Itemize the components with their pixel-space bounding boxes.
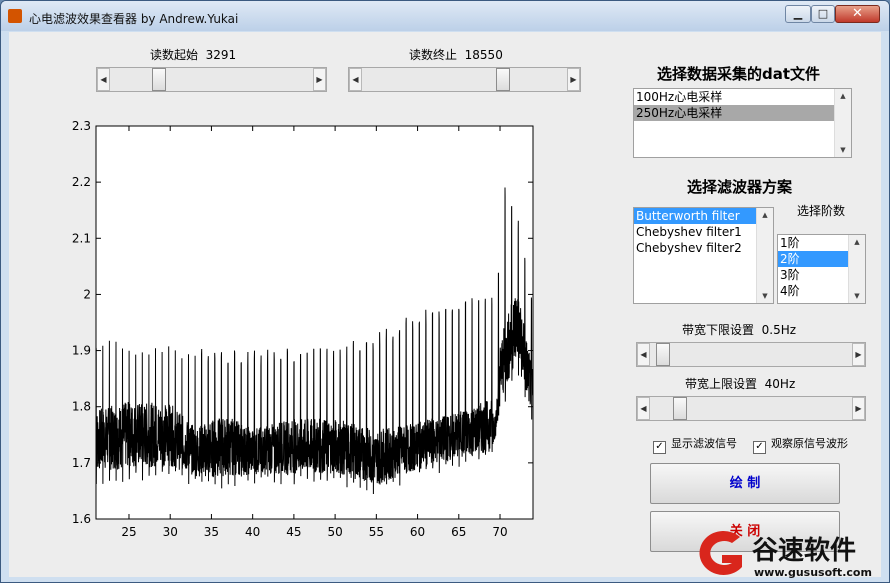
x-tick-label: 25 [121, 525, 136, 539]
read-start-value: 3291 [205, 48, 237, 62]
x-tick-label: 65 [451, 525, 466, 539]
scroll-down-icon[interactable]: ▼ [757, 289, 773, 303]
filter-item[interactable]: Butterworth filter [634, 208, 773, 224]
x-tick-label: 70 [492, 525, 507, 539]
y-tick-label: 2.1 [72, 231, 91, 245]
slider-right-arrow-icon[interactable]: ▶ [852, 397, 865, 420]
y-tick-label: 1.7 [72, 456, 91, 470]
y-tick-label: 2.3 [72, 119, 91, 133]
slider-thumb[interactable] [152, 68, 166, 91]
band-low-label-text: 带宽下限设置 [682, 323, 755, 337]
scroll-up-icon[interactable]: ▲ [849, 235, 865, 249]
slider-thumb[interactable] [656, 343, 670, 366]
slider-right-arrow-icon[interactable]: ▶ [567, 68, 580, 91]
show-original-label: 观察原信号波形 [771, 437, 848, 450]
band-low-slider[interactable]: ◀ ▶ [636, 342, 866, 367]
slider-thumb[interactable] [496, 68, 510, 91]
x-tick-label: 35 [204, 525, 219, 539]
minimize-button[interactable]: ▁ [785, 5, 811, 23]
data-file-item[interactable]: 250Hz心电采样 [634, 105, 851, 121]
band-high-label: 带宽上限设置 40Hz [685, 375, 795, 392]
close-window-button[interactable]: ✕ [835, 5, 880, 23]
band-high-label-text: 带宽上限设置 [685, 377, 758, 391]
show-filtered-label: 显示滤波信号 [671, 437, 737, 450]
matlab-app-icon [8, 9, 22, 23]
y-tick-label: 1.9 [72, 344, 91, 358]
x-tick-label: 60 [410, 525, 425, 539]
band-high-slider[interactable]: ◀ ▶ [636, 396, 866, 421]
read-end-label-text: 读数终止 [409, 48, 458, 62]
draw-button[interactable]: 绘 制 [650, 463, 840, 504]
slider-left-arrow-icon[interactable]: ◀ [349, 68, 362, 91]
checkbox-check-icon[interactable]: ✓ [753, 441, 766, 454]
y-tick-label: 1.6 [72, 512, 91, 526]
filter-item[interactable]: Chebyshev filter2 [634, 240, 773, 256]
show-filtered-checkbox[interactable]: ✓ 显示滤波信号 [653, 435, 737, 454]
list-scrollbar[interactable]: ▲ ▼ [834, 89, 851, 157]
close-icon: ✕ [852, 6, 863, 21]
title-bar[interactable]: 心电滤波效果查看器 by Andrew.Yukai ▁ □ ✕ [1, 1, 889, 31]
slider-left-arrow-icon[interactable]: ◀ [637, 397, 650, 420]
x-tick-label: 55 [369, 525, 384, 539]
watermark-url: www.gususoft.com [754, 566, 872, 579]
data-file-item[interactable]: 100Hz心电采样 [634, 89, 851, 105]
slider-left-arrow-icon[interactable]: ◀ [97, 68, 110, 91]
read-start-slider[interactable]: ◀ ▶ [96, 67, 327, 92]
x-tick-label: 40 [245, 525, 260, 539]
watermark-brand: 谷速软件 [752, 536, 857, 566]
slider-thumb[interactable] [673, 397, 687, 420]
ecg-chart: 1.6 1.7 1.8 1.9 2 2.1 2.2 2.3 25 30 35 40 45 50 55 60 6… [72, 119, 534, 539]
read-start-label: 读数起始 3291 [150, 46, 236, 63]
y-tick-label: 2 [83, 287, 91, 301]
app-window: 心电滤波效果查看器 by Andrew.Yukai ▁ □ ✕ 读数起始 329… [0, 0, 890, 583]
filter-heading: 选择滤波器方案 [687, 178, 793, 196]
slider-right-arrow-icon[interactable]: ▶ [852, 343, 865, 366]
filter-list[interactable]: Butterworth filter Chebyshev filter1 Cheby… [633, 207, 774, 304]
minimize-icon: ▁ [793, 7, 803, 20]
x-tick-label: 30 [163, 525, 178, 539]
maximize-icon: □ [817, 7, 829, 20]
read-end-value: 18550 [464, 48, 503, 62]
data-file-list[interactable]: 100Hz心电采样 250Hz心电采样 ▲ ▼ [633, 88, 852, 158]
scroll-down-icon[interactable]: ▼ [835, 143, 851, 157]
scroll-up-icon[interactable]: ▲ [757, 208, 773, 222]
list-scrollbar[interactable]: ▲ ▼ [848, 235, 865, 303]
show-original-checkbox[interactable]: ✓ 观察原信号波形 [753, 435, 848, 454]
x-tick-label: 50 [327, 525, 342, 539]
scroll-up-icon[interactable]: ▲ [835, 89, 851, 103]
slider-left-arrow-icon[interactable]: ◀ [637, 343, 650, 366]
figure-client-area: 读数起始 3291 ◀ ▶ 读数终止 18550 ◀ ▶ 1.6 1.7 1.8 1.… [9, 32, 881, 577]
watermark: 谷速软件 www.gususoft.com [690, 524, 890, 583]
gususoft-logo-icon [699, 530, 742, 575]
data-file-heading: 选择数据采集的dat文件 [657, 65, 821, 83]
band-low-value: 0.5Hz [761, 323, 797, 337]
window-title: 心电滤波效果查看器 by Andrew.Yukai [29, 12, 239, 26]
list-scrollbar[interactable]: ▲ ▼ [756, 208, 773, 303]
order-list[interactable]: 1阶 2阶 3阶 4阶 ▲ ▼ [777, 234, 866, 304]
x-tick-label: 45 [286, 525, 301, 539]
order-label: 选择阶数 [797, 204, 846, 218]
band-high-value: 40Hz [764, 377, 796, 391]
checkbox-check-icon[interactable]: ✓ [653, 441, 666, 454]
y-tick-label: 2.2 [72, 175, 91, 189]
read-end-slider[interactable]: ◀ ▶ [348, 67, 581, 92]
scroll-down-icon[interactable]: ▼ [849, 289, 865, 303]
maximize-button[interactable]: □ [811, 5, 835, 23]
read-end-label: 读数终止 18550 [409, 46, 503, 63]
band-low-label: 带宽下限设置 0.5Hz [682, 321, 796, 338]
read-start-label-text: 读数起始 [150, 48, 199, 62]
slider-right-arrow-icon[interactable]: ▶ [313, 68, 326, 91]
y-tick-label: 1.8 [72, 400, 91, 414]
filter-item[interactable]: Chebyshev filter1 [634, 224, 773, 240]
